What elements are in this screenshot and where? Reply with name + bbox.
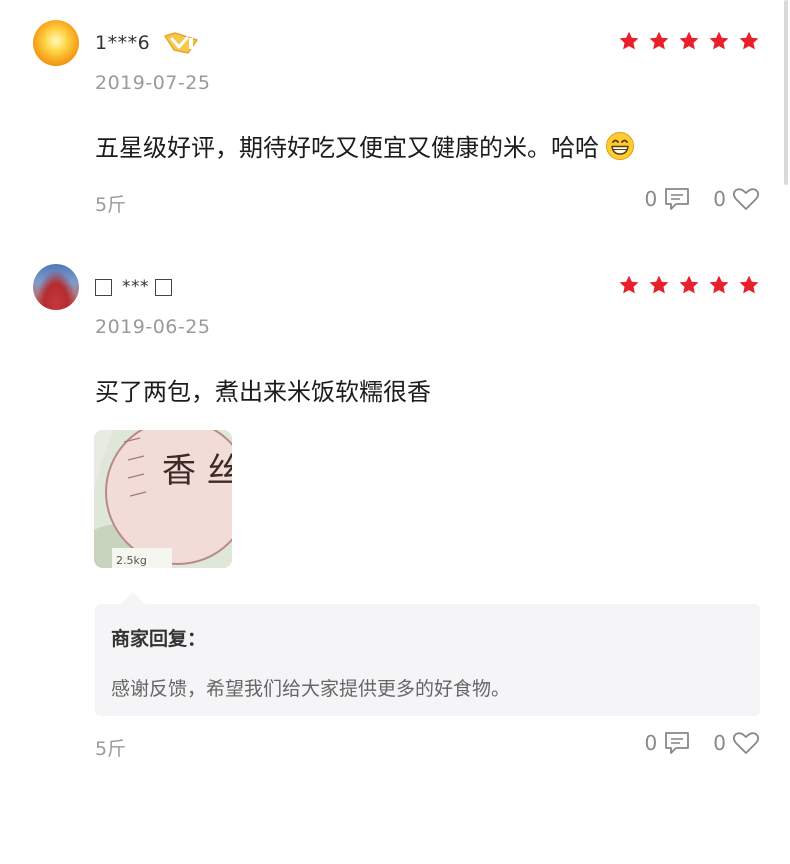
comment-button[interactable]: 0 <box>645 186 692 212</box>
username: 1***6 <box>95 32 151 54</box>
user-row: 1***6 <box>95 30 200 56</box>
product-spec: 5斤 <box>95 738 127 760</box>
like-button[interactable]: 0 <box>713 730 760 756</box>
star-icon <box>649 31 669 50</box>
avatar[interactable] <box>33 20 79 66</box>
like-count: 0 <box>713 187 726 211</box>
star-icon <box>709 31 729 50</box>
like-count: 0 <box>713 731 726 755</box>
comment-count: 0 <box>644 187 658 211</box>
scrollbar[interactable] <box>784 0 788 185</box>
review-content: 买了两包，煮出来米饭软糯很香 <box>95 372 431 407</box>
review-list: 1***6 2019-07-25 五星级好评，期待好吃又便宜又健康的米。哈哈 5… <box>0 0 790 864</box>
heart-icon <box>732 730 760 756</box>
merchant-reply: 商家回复： 感谢反馈，希望我们给大家提供更多的好食物。 <box>95 592 760 716</box>
merchant-reply-text: 感谢反馈，希望我们给大家提供更多的好食物。 <box>111 678 511 700</box>
placeholder-glyph-icon <box>95 278 112 296</box>
star-icon <box>709 275 729 294</box>
review-actions: 0 0 <box>623 730 760 756</box>
review-content: 五星级好评，期待好吃又便宜又健康的米。哈哈 <box>95 128 635 163</box>
placeholder-glyph-icon <box>155 278 172 296</box>
photo-label: 2.5kg <box>116 554 147 567</box>
product-spec: 5斤 <box>95 194 127 216</box>
avatar[interactable] <box>33 264 79 310</box>
user-row: *** <box>95 274 172 300</box>
star-icon <box>619 275 639 294</box>
grinning-face-icon <box>605 131 635 161</box>
review-actions: 0 0 <box>623 186 760 212</box>
review-text: 五星级好评，期待好吃又便宜又健康的米。哈哈 <box>95 134 599 162</box>
star-icon <box>739 275 759 294</box>
star-rating <box>618 30 760 52</box>
star-rating <box>618 274 760 296</box>
merchant-reply-title: 商家回复： <box>111 628 207 650</box>
star-icon <box>739 31 759 50</box>
photo-text: 香 丝 <box>162 451 232 491</box>
vip-badge-icon <box>162 30 200 56</box>
rice-bag-photo: 香 丝 2.5kg <box>94 430 232 568</box>
comment-icon <box>663 186 691 212</box>
comment-icon <box>663 730 691 756</box>
star-icon <box>679 275 699 294</box>
review-date: 2019-06-25 <box>95 316 211 338</box>
star-icon <box>649 275 669 294</box>
like-button[interactable]: 0 <box>713 186 760 212</box>
review-photo[interactable]: 香 丝 2.5kg <box>94 430 232 568</box>
username: *** <box>122 277 149 297</box>
heart-icon <box>732 186 760 212</box>
star-icon <box>619 31 639 50</box>
review-text: 买了两包，煮出来米饭软糯很香 <box>95 378 431 406</box>
review-date: 2019-07-25 <box>95 72 211 94</box>
comment-button[interactable]: 0 <box>645 730 692 756</box>
star-icon <box>679 31 699 50</box>
comment-count: 0 <box>644 731 658 755</box>
